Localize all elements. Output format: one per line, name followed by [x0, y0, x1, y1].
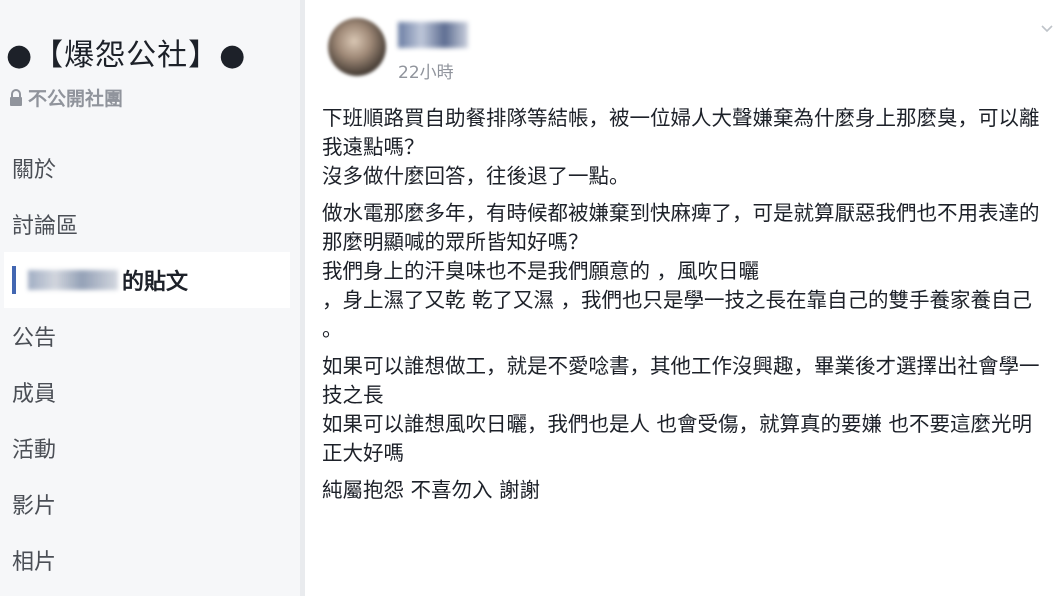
chevron-down-icon[interactable] — [1040, 22, 1054, 36]
author-name-blurred[interactable] — [398, 22, 468, 48]
group-nav: 關於 討論區 的貼文 公告 成員 活動 影片 相片 — [0, 140, 300, 588]
post-paragraph: 純屬抱怨 不喜勿入 謝謝 — [322, 478, 541, 502]
post-paragraph: 如果可以誰想做工，就是不愛唸書，其他工作沒興趣，畢業後才選擇出社會學一技之長 如… — [322, 354, 1040, 465]
nav-label: 影片 — [12, 494, 57, 519]
nav-item-member-posts[interactable]: 的貼文 — [4, 252, 290, 308]
group-sidebar: ●【爆怨公社】● 不公開社團 關於 討論區 的貼文 公告 成員 活動 影片 相片 — [0, 0, 300, 596]
nav-label: 成員 — [12, 382, 57, 407]
active-indicator — [12, 266, 16, 294]
nav-item-videos[interactable]: 影片 — [0, 476, 300, 532]
post-timestamp[interactable]: 22小時 — [398, 58, 454, 83]
avatar[interactable] — [328, 18, 386, 76]
nav-label: 的貼文 — [122, 270, 189, 295]
group-name[interactable]: ●【爆怨公社】● — [6, 30, 246, 74]
nav-item-events[interactable]: 活動 — [0, 420, 300, 476]
nav-label: 活動 — [12, 438, 57, 463]
nav-label: 相片 — [12, 550, 57, 575]
privacy-label: 不公開社團 — [8, 84, 123, 111]
nav-label: 討論區 — [12, 214, 79, 239]
post-paragraph: 做水電那麼多年，有時候都被嫌棄到快麻痺了，可是就算厭惡我們也不用表達的那麼明顯喊… — [322, 201, 1040, 341]
nav-label: 公告 — [12, 326, 57, 351]
nav-item-photos[interactable]: 相片 — [0, 532, 300, 588]
nav-item-announcements[interactable]: 公告 — [0, 308, 300, 364]
blurred-member-name — [28, 270, 118, 290]
nav-item-about[interactable]: 關於 — [0, 140, 300, 196]
post-body: 下班順路買自助餐排隊等結帳，被一位婦人大聲嫌棄為什麼身上那麼臭，可以離我遠點嗎？… — [322, 104, 1052, 513]
nav-label: 關於 — [12, 158, 57, 183]
privacy-text: 不公開社團 — [28, 88, 124, 110]
post-paragraph: 下班順路買自助餐排隊等結帳，被一位婦人大聲嫌棄為什麼身上那麼臭，可以離我遠點嗎？… — [322, 106, 1040, 188]
lock-icon — [10, 88, 22, 106]
nav-item-members[interactable]: 成員 — [0, 364, 300, 420]
nav-item-discussion[interactable]: 討論區 — [0, 196, 300, 252]
